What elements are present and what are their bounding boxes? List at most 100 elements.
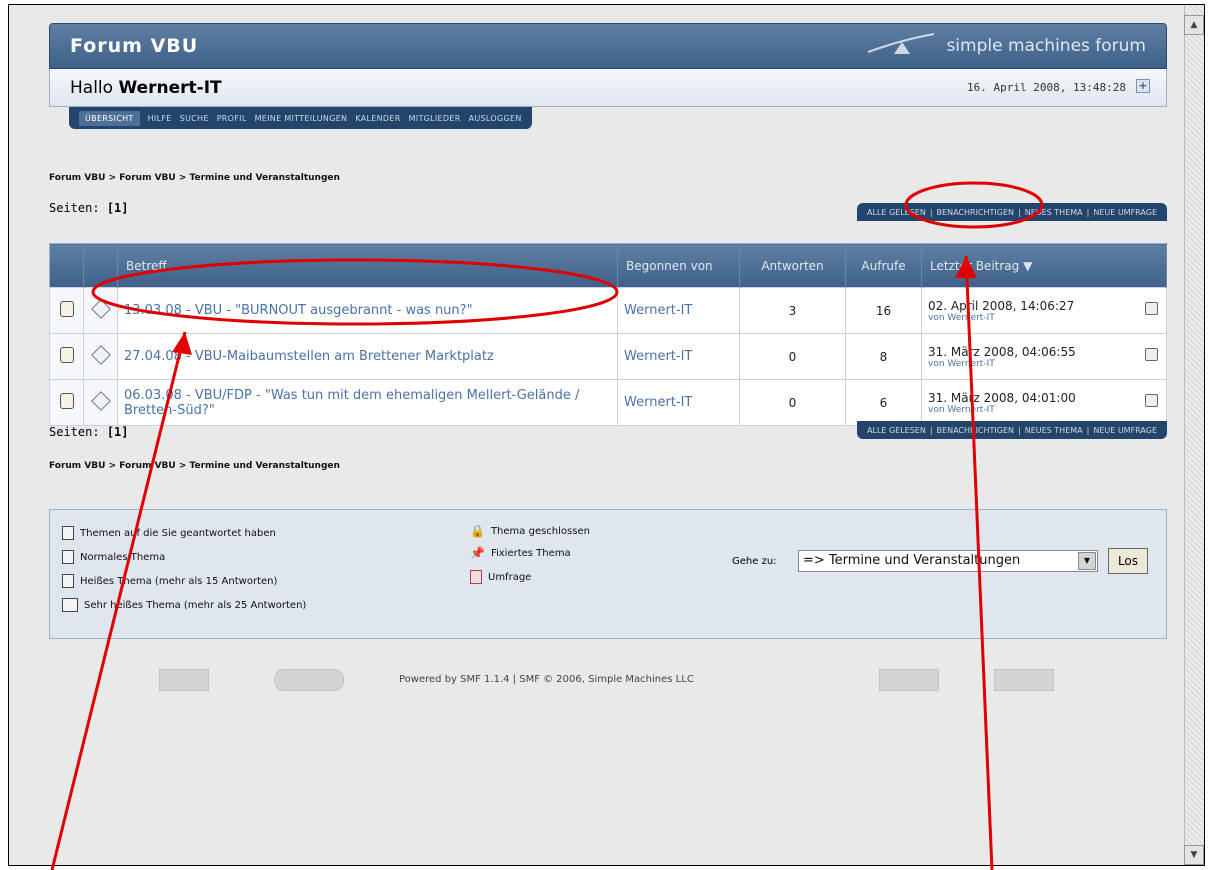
col-subject[interactable]: Betreff	[117, 243, 618, 288]
legend-normal-label: Normales Thema	[80, 551, 166, 563]
browser-viewport: ▲ ▼ Forum VBU simple machines forum Hall…	[8, 4, 1205, 866]
forum-page: Forum VBU simple machines forum Hallo We…	[49, 23, 1167, 691]
topic-link[interactable]: 06.03.08 - VBU/FDP - "Was tun mit dem eh…	[124, 388, 579, 418]
post-icon-cell	[83, 333, 118, 380]
table-row: 13.03.08 - VBU - "BURNOUT ausgebrannt - …	[49, 287, 1167, 334]
starter-cell: Wernert-IT	[617, 379, 740, 426]
legend-replied-label: Themen auf die Sie geantwortet haben	[80, 527, 276, 539]
subject-cell: 06.03.08 - VBU/FDP - "Was tun mit dem eh…	[117, 379, 618, 426]
legend-hot-label: Heißes Thema (mehr als 15 Antworten)	[80, 575, 278, 587]
last-post-cell: 31. März 2008, 04:01:00 von Wernert-IT	[921, 379, 1167, 426]
jump-to-label: Gehe zu:	[732, 556, 777, 567]
menu-item-ausloggen[interactable]: AUSLOGGEN	[469, 114, 522, 123]
scroll-up-icon[interactable]: ▲	[1184, 15, 1204, 35]
new-poll-button[interactable]: NEUE UMFRAGE	[1093, 208, 1157, 217]
starter-link[interactable]: Wernert-IT	[624, 395, 692, 410]
action-bar-bottom: ALLE GELESEN | BENACHRICHTIGEN | NEUES THE…	[856, 421, 1167, 439]
pages-label: Seiten:	[49, 425, 100, 439]
col-last-post[interactable]: Letzter Beitrag ▼	[921, 243, 1167, 288]
menu-item-kalender[interactable]: KALENDER	[355, 114, 400, 123]
replies-count: 0	[739, 379, 846, 426]
user-bar: Hallo Wernert-IT 16. April 2008, 13:48:2…	[49, 69, 1167, 107]
replied-topic-icon	[62, 526, 74, 540]
legend-locked-label: Thema geschlossen	[490, 525, 590, 537]
menu-item-hilfe[interactable]: HILFE	[148, 114, 172, 123]
expand-icon[interactable]: +	[1136, 79, 1150, 93]
greeting: Hallo Wernert-IT	[70, 78, 222, 98]
topic-status-cell	[49, 287, 84, 334]
last-post-cell: 31. März 2008, 04:06:55 von Wernert-IT	[921, 333, 1167, 380]
notify-button[interactable]: BENACHRICHTIGEN	[937, 208, 1014, 217]
last-post-icon[interactable]	[1145, 302, 1158, 315]
mysql-badge-icon[interactable]	[159, 669, 209, 691]
topic-table: Betreff Begonnen von Antworten Aufrufe L…	[49, 243, 1167, 426]
legend-hot: Heißes Thema (mehr als 15 Antworten)	[62, 574, 277, 588]
legend-very-hot-label: Sehr heißes Thema (mehr als 25 Antworten…	[84, 599, 307, 611]
scroll-down-icon[interactable]: ▼	[1184, 845, 1204, 865]
css-badge-icon[interactable]	[994, 669, 1054, 691]
action-bar-top: ALLE GELESEN | BENACHRICHTIGEN | NEUES THE…	[856, 203, 1167, 221]
notify-button[interactable]: BENACHRICHTIGEN	[937, 426, 1014, 435]
menu-item-mitteilungen[interactable]: MEINE MITTEILUNGEN	[255, 114, 348, 123]
menu-item-mitglieder[interactable]: MITGLIEDER	[409, 114, 461, 123]
replies-count: 0	[739, 333, 846, 380]
legend-poll-label: Umfrage	[488, 571, 532, 583]
vertical-scrollbar[interactable]: ▲ ▼	[1184, 5, 1204, 865]
post-icon-cell	[83, 287, 118, 334]
legend-replied: Themen auf die Sie geantwortet haben	[62, 526, 276, 540]
menu-item-suche[interactable]: SUCHE	[180, 114, 209, 123]
starter-cell: Wernert-IT	[617, 287, 740, 334]
jump-to-select[interactable]: => Termine und Veranstaltungen ▼	[798, 550, 1098, 572]
col-replies[interactable]: Antworten	[739, 243, 846, 288]
menu-item-uebersicht[interactable]: ÜBERSICHT	[79, 110, 140, 126]
last-post-icon[interactable]	[1145, 394, 1158, 407]
new-topic-button[interactable]: NEUES THEMA	[1025, 208, 1083, 217]
current-datetime: 16. April 2008, 13:48:28	[967, 81, 1126, 94]
last-post-author[interactable]: von Wernert-IT	[928, 313, 1160, 323]
replies-count: 3	[739, 287, 846, 334]
pagination-top: Seiten: [1]	[49, 201, 129, 215]
legend-very-hot: Sehr heißes Thema (mehr als 25 Antworten…	[62, 598, 306, 612]
new-poll-button[interactable]: NEUE UMFRAGE	[1093, 426, 1157, 435]
topic-link[interactable]: 27.04.08 - VBU-Maibaumstellen am Bretten…	[124, 349, 494, 364]
mark-read-button[interactable]: ALLE GELESEN	[867, 426, 926, 435]
topic-link[interactable]: 13.03.08 - VBU - "BURNOUT ausgebrannt - …	[124, 303, 473, 318]
topic-status-cell	[49, 379, 84, 426]
header-post-icon-col	[83, 243, 118, 288]
menu-item-profil[interactable]: PROFIL	[217, 114, 247, 123]
starter-link[interactable]: Wernert-IT	[624, 349, 692, 364]
starter-link[interactable]: Wernert-IT	[624, 303, 692, 318]
breadcrumb-bottom[interactable]: Forum VBU > Forum VBU > Termine und Vera…	[49, 461, 340, 471]
replied-topic-icon	[59, 347, 74, 363]
new-topic-button[interactable]: NEUES THEMA	[1025, 426, 1083, 435]
main-menu: ÜBERSICHT HILFE SUCHE PROFIL MEINE MITTE…	[69, 107, 532, 129]
col-started-by[interactable]: Begonnen von	[617, 243, 740, 288]
post-icon	[90, 391, 111, 411]
last-post-icon[interactable]	[1145, 348, 1158, 361]
starter-cell: Wernert-IT	[617, 333, 740, 380]
jump-go-button[interactable]: Los	[1108, 548, 1148, 574]
sort-down-icon[interactable]: ▼	[1023, 259, 1032, 273]
views-count: 16	[845, 287, 922, 334]
forum-header: Forum VBU simple machines forum	[49, 23, 1167, 69]
php-badge-icon[interactable]	[274, 669, 344, 691]
last-post-author[interactable]: von Wernert-IT	[928, 359, 1160, 369]
powered-by[interactable]: Powered by SMF 1.1.4 | SMF © 2006, Simpl…	[399, 674, 694, 685]
page-link[interactable]: [1]	[107, 201, 129, 215]
smf-logo[interactable]: simple machines forum	[946, 36, 1146, 56]
hot-topic-icon	[62, 574, 74, 588]
col-views[interactable]: Aufrufe	[845, 243, 922, 288]
site-title[interactable]: Forum VBU	[70, 35, 198, 57]
page-link[interactable]: [1]	[107, 425, 129, 439]
mark-read-button[interactable]: ALLE GELESEN	[867, 208, 926, 217]
replied-topic-icon	[59, 301, 74, 317]
smf-swoosh-icon	[867, 33, 935, 54]
views-count: 6	[845, 379, 922, 426]
last-post-date: 02. April 2008, 14:06:27	[928, 298, 1075, 313]
dropdown-arrow-icon[interactable]: ▼	[1078, 552, 1096, 570]
poll-icon	[470, 570, 482, 584]
breadcrumb[interactable]: Forum VBU > Forum VBU > Termine und Vera…	[49, 173, 340, 183]
last-post-author[interactable]: von Wernert-IT	[928, 405, 1160, 415]
legend-sticky-label: Fixiertes Thema	[490, 547, 571, 559]
xhtml-badge-icon[interactable]	[879, 669, 939, 691]
